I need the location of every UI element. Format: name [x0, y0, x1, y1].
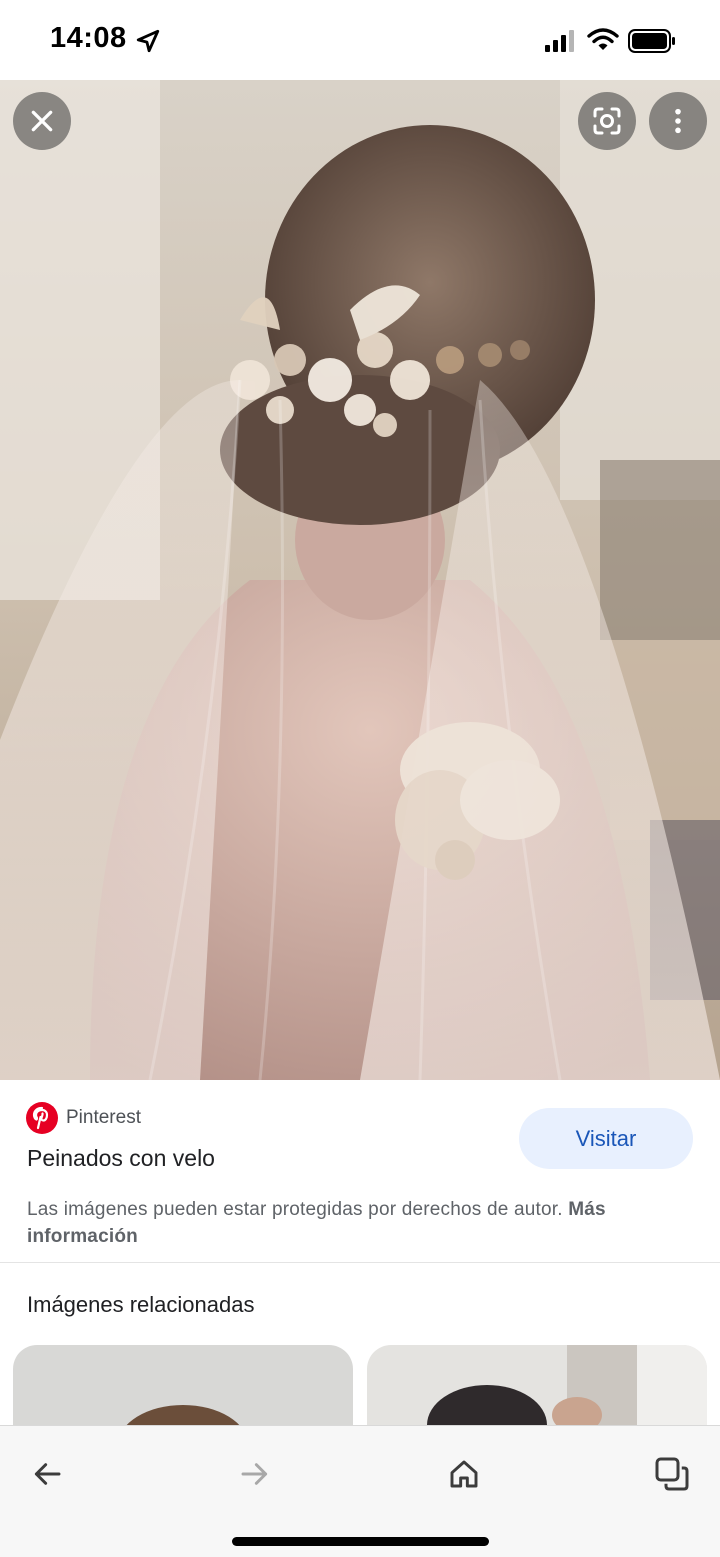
bride-veil-photo: [0, 80, 720, 1080]
status-time: 14:08: [50, 22, 127, 54]
home-indicator: [232, 1537, 489, 1546]
pinterest-logo-icon: [26, 1102, 58, 1134]
wifi-icon: [587, 28, 619, 50]
related-image-2: [367, 1345, 707, 1435]
close-icon: [31, 110, 53, 132]
lens-icon: [593, 107, 621, 135]
forward-arrow-icon: [241, 1463, 268, 1485]
related-images-heading: Imágenes relacionadas: [27, 1292, 255, 1317]
copyright-text: Las imágenes pueden estar protegidas por…: [27, 1199, 563, 1220]
source-name: Pinterest: [66, 1107, 141, 1128]
tabs-button[interactable]: [642, 1444, 702, 1504]
section-divider: [0, 1262, 720, 1263]
forward-button[interactable]: [225, 1444, 285, 1504]
status-bar: 14:08: [0, 0, 720, 80]
visit-button[interactable]: Visitar: [519, 1108, 693, 1169]
related-image-thumbnail[interactable]: [367, 1345, 707, 1435]
more-vert-icon: [675, 108, 681, 134]
result-title[interactable]: Peinados con velo: [27, 1145, 215, 1172]
related-image-thumbnail[interactable]: [13, 1345, 353, 1435]
back-button[interactable]: [17, 1444, 77, 1504]
home-button[interactable]: [434, 1444, 494, 1504]
related-image-1: [13, 1345, 353, 1435]
back-arrow-icon: [34, 1463, 61, 1485]
result-image[interactable]: [0, 80, 720, 1080]
bottom-toolbar: [0, 1425, 720, 1557]
source-attribution[interactable]: Pinterest: [26, 1102, 141, 1134]
close-button[interactable]: [13, 92, 71, 150]
home-icon: [450, 1460, 478, 1488]
more-options-button[interactable]: [649, 92, 707, 150]
signal-icon: [545, 30, 574, 52]
battery-icon: [628, 29, 675, 53]
copyright-notice: Las imágenes pueden estar protegidas por…: [27, 1196, 687, 1250]
lens-search-button[interactable]: [578, 92, 636, 150]
location-arrow-icon: [136, 29, 160, 53]
tabs-icon: [655, 1457, 689, 1491]
